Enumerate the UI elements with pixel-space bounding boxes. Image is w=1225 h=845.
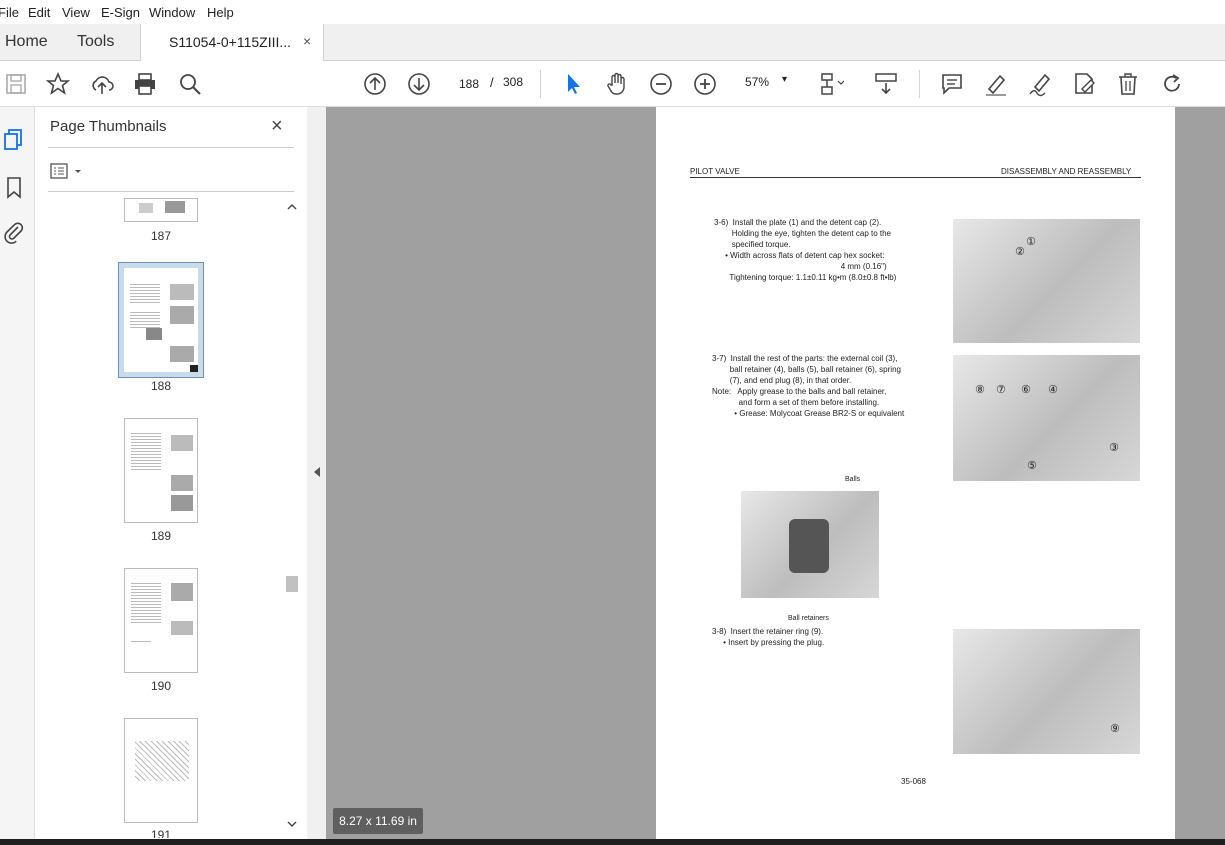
attachments-icon[interactable] (2, 220, 26, 244)
callout-label: ⑧ (975, 384, 985, 396)
select-cursor-icon[interactable] (560, 71, 586, 97)
page-number-label: 35-068 (901, 777, 926, 786)
thumbnail-options-icon[interactable] (50, 162, 90, 182)
draw-signature-icon[interactable] (1027, 71, 1053, 97)
save-icon[interactable] (3, 71, 29, 97)
thumbnail-label: 191 (150, 828, 172, 838)
bookmark-star-icon[interactable] (45, 71, 71, 97)
retainer-ring-photo: ⑨ (953, 629, 1140, 754)
thumbnail-label: 187 (150, 229, 172, 243)
zoom-level[interactable]: 57% (745, 75, 769, 89)
zoom-dropdown-icon[interactable]: ▾ (782, 74, 787, 85)
edit-pdf-icon[interactable] (1071, 71, 1097, 97)
bookmarks-icon[interactable] (2, 175, 26, 199)
page-separator: / (490, 75, 494, 90)
menu-window[interactable]: Window (149, 5, 195, 20)
menu-esign[interactable]: E-Sign (101, 5, 140, 20)
page-display-icon[interactable] (818, 71, 845, 97)
tab-bar: Home Tools S11054-0+115ZIII... × (0, 24, 1225, 61)
step-3-7-text: 3-7) Install the rest of the parts: the … (712, 354, 905, 418)
menu-help[interactable]: Help (207, 5, 234, 20)
callout-label: ⑨ (1110, 723, 1120, 735)
thumbnails-scrollbar[interactable] (285, 200, 299, 830)
document-tab-close-icon[interactable]: × (303, 33, 311, 49)
page-size-badge: 8.27 x 11.69 in (333, 808, 423, 834)
callout-label: ⑦ (996, 384, 1006, 396)
thumbnails-panel: Page Thumbnails × 187 188 189 190 191 (35, 107, 307, 845)
thumbnail-label: 188 (150, 379, 172, 393)
thumbnail-label: 189 (150, 529, 172, 543)
toolbar-divider (919, 70, 920, 98)
scrollbar-thumb[interactable] (286, 576, 298, 592)
pdf-page: PILOT VALVE DISASSEMBLY AND REASSEMBLY 3… (656, 107, 1175, 840)
tab-home[interactable]: Home (5, 33, 48, 51)
document-tab-title: S11054-0+115ZIII... (169, 34, 292, 50)
hand-tool-icon[interactable] (604, 71, 630, 97)
callout-label: ① (1026, 236, 1036, 248)
zoom-out-icon[interactable] (648, 71, 674, 97)
document-tab[interactable]: S11054-0+115ZIII... × (140, 24, 324, 61)
print-icon[interactable] (132, 71, 158, 97)
find-zoom-icon[interactable] (177, 71, 203, 97)
highlight-pen-icon[interactable] (983, 71, 1009, 97)
page-thumbnail[interactable] (124, 568, 198, 673)
callout-label: ④ (1048, 384, 1058, 396)
redo-rotate-icon[interactable] (1159, 71, 1185, 97)
ball-retainers-label: Ball retainers (788, 615, 829, 622)
delete-icon[interactable] (1115, 71, 1141, 97)
next-page-icon[interactable] (406, 71, 432, 97)
step-3-6-text: 3-6) Install the plate (1) and the deten… (714, 218, 897, 282)
page-header-left: PILOT VALVE (690, 167, 740, 176)
callout-label: ② (1015, 246, 1025, 258)
callout-label: ⑤ (1027, 460, 1037, 472)
taskbar-edge (0, 839, 1225, 845)
page-thumbnail-selected[interactable] (118, 262, 204, 378)
page-number-input[interactable]: 188 (452, 71, 486, 97)
header-rule (690, 177, 1141, 178)
previous-page-icon[interactable] (362, 71, 388, 97)
page-thumbnail[interactable] (124, 198, 198, 222)
page-thumbnails-icon[interactable] (2, 127, 26, 151)
step-3-8-text: 3-8) Insert the retainer ring (9). • Ins… (712, 627, 825, 647)
tab-tools[interactable]: Tools (77, 33, 114, 51)
balls-photo (741, 491, 879, 598)
panel-title: Page Thumbnails (50, 118, 167, 135)
page-header-right: DISASSEMBLY AND REASSEMBLY (1001, 167, 1132, 176)
panel-divider (48, 191, 294, 192)
comment-icon[interactable] (939, 71, 965, 97)
left-rail (0, 107, 35, 845)
page-thumbnail[interactable] (124, 418, 198, 523)
thumbnail-label: 190 (150, 679, 172, 693)
menu-view[interactable]: View (62, 5, 90, 20)
callout-label: ⑥ (1021, 384, 1031, 396)
callout-label: ③ (1109, 442, 1119, 454)
panel-close-icon[interactable]: × (271, 115, 283, 138)
upload-cloud-icon[interactable] (89, 71, 115, 97)
menu-edit[interactable]: Edit (28, 5, 50, 20)
menu-bar: File Edit View E-Sign Window Help (0, 0, 1225, 24)
menu-file[interactable]: File (0, 5, 19, 20)
detent-cap-photo: ② ① (953, 219, 1140, 343)
parts-photo: ⑧ ⑦ ⑥ ④ ③ ⑤ (953, 355, 1140, 481)
page-total: 308 (503, 75, 524, 89)
panel-divider (48, 147, 294, 148)
balls-label: Balls (845, 476, 861, 483)
toolbar-divider (540, 70, 541, 98)
collapse-panel-icon[interactable] (313, 466, 321, 481)
main-toolbar: 188 / 308 57% ▾ (0, 61, 1225, 107)
page-thumbnail[interactable] (124, 718, 198, 823)
zoom-in-icon[interactable] (692, 71, 718, 97)
scroll-mode-icon[interactable] (873, 71, 899, 97)
